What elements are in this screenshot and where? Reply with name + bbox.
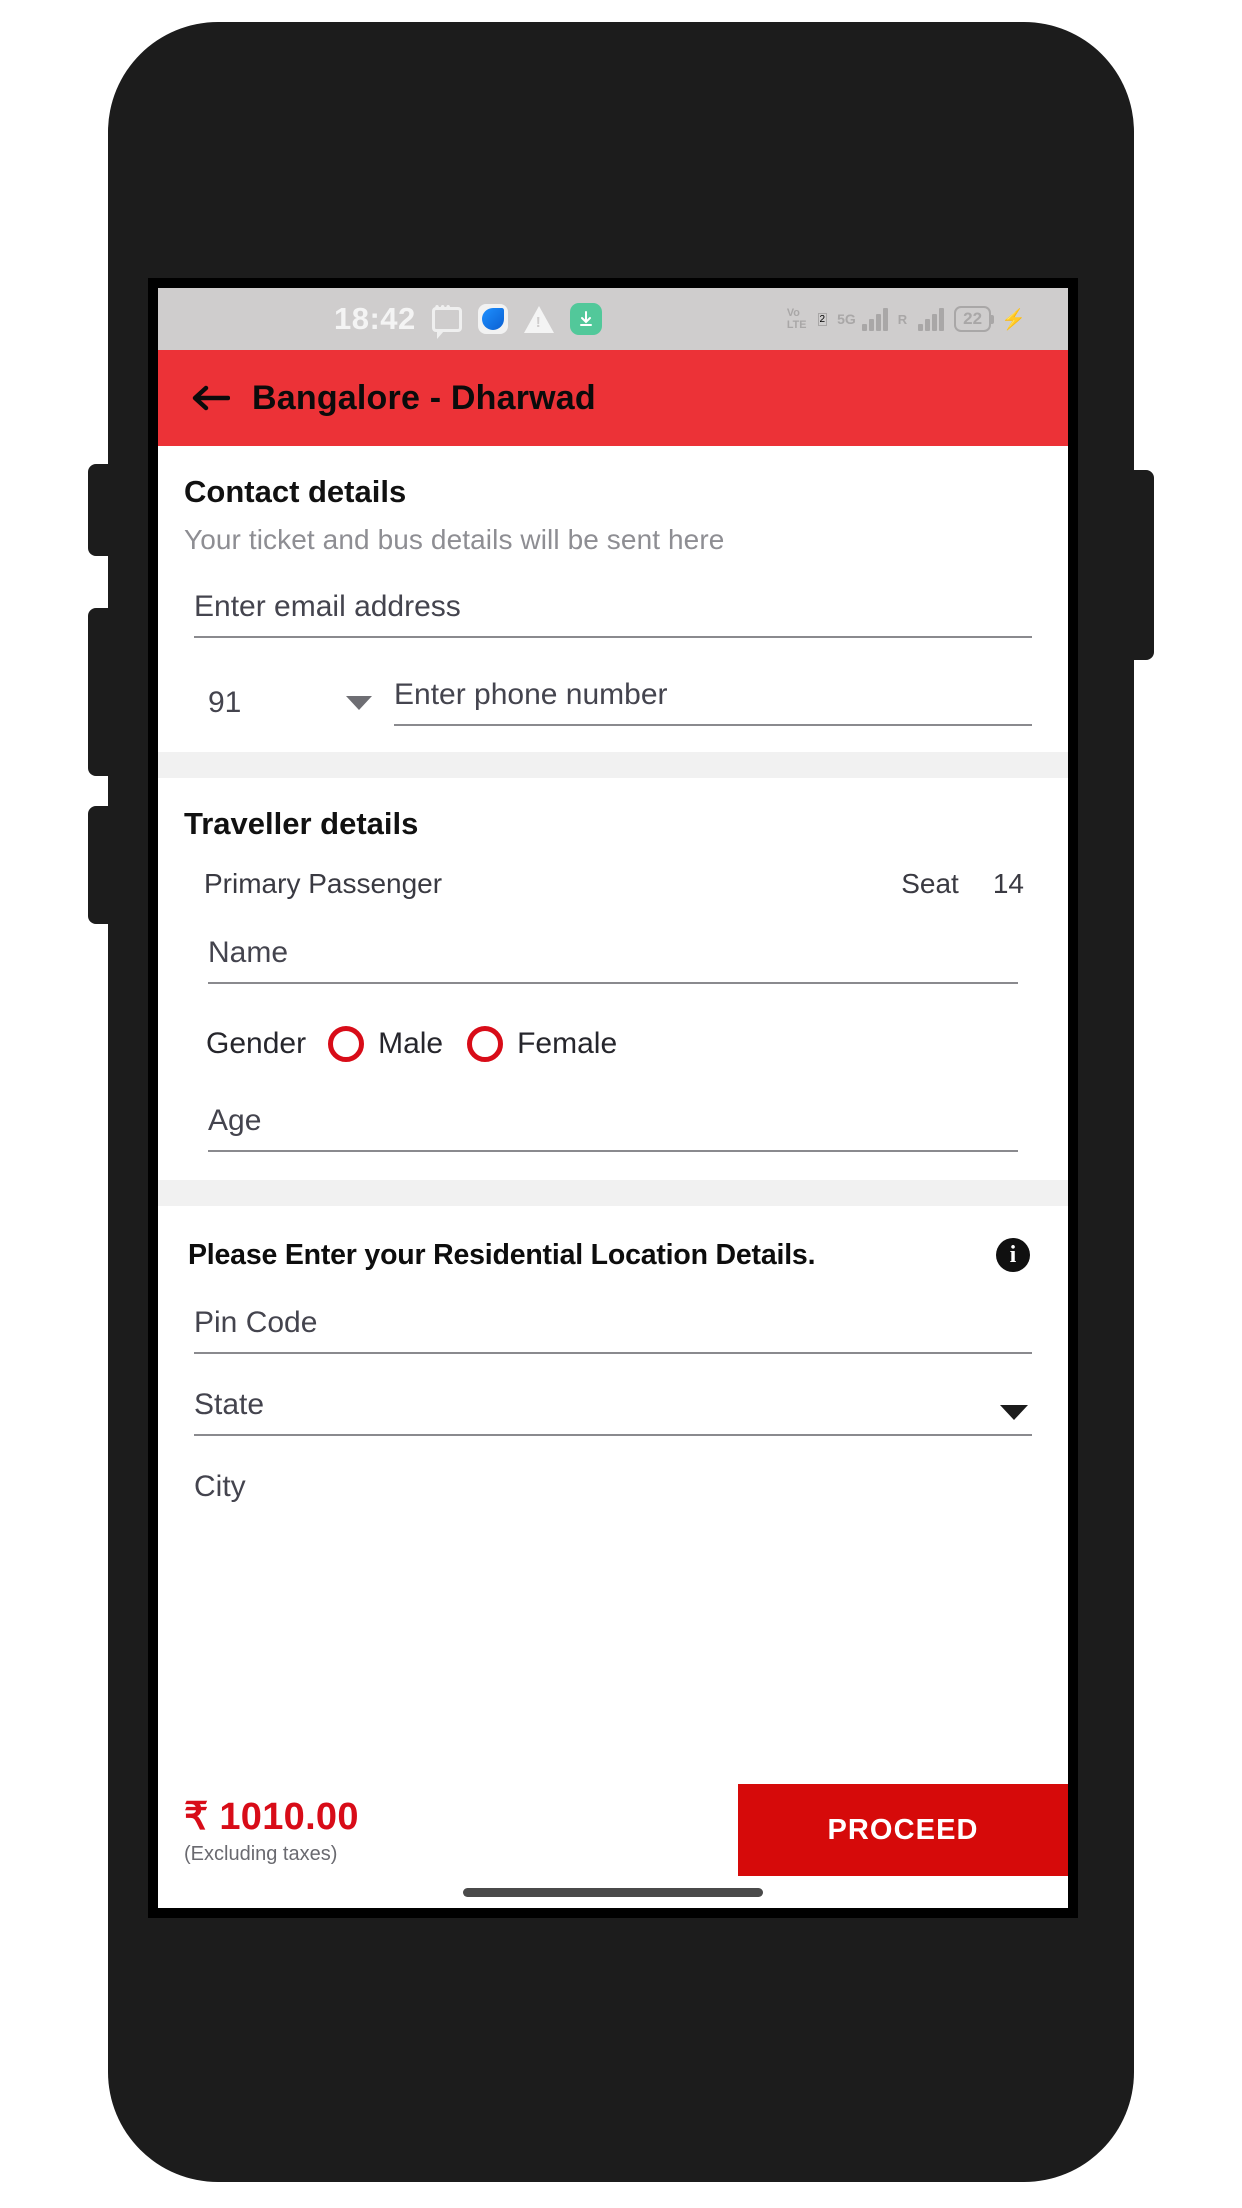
phone-button-left-1[interactable] (88, 464, 112, 556)
contact-details-title: Contact details (184, 474, 407, 509)
contact-details-card: Contact details Your ticket and bus deta… (158, 446, 1068, 752)
phone-placeholder: Enter phone number (394, 678, 668, 711)
price-block: ₹ 1010.00 (Excluding taxes) (158, 1784, 738, 1876)
state-select[interactable]: State (194, 1354, 1032, 1436)
phone-field[interactable]: Enter phone number (394, 678, 1032, 726)
battery-icon: 22 (954, 306, 995, 332)
seat-label: Seat (901, 868, 959, 899)
price-note: (Excluding taxes) (184, 1843, 338, 1865)
pincode-placeholder: Pin Code (194, 1306, 318, 1339)
passenger-row: Primary Passenger Seat 14 (184, 842, 1042, 900)
network-type-label: 5G (837, 311, 856, 327)
phone-button-left-3[interactable] (88, 806, 112, 924)
phone-screen: 18:42 Vo LTE 2 5G R (158, 288, 1068, 1908)
name-field[interactable]: Name (208, 900, 1018, 984)
status-time: 18:42 (334, 301, 416, 336)
residential-header: Please Enter your Residential Location D… (184, 1206, 1042, 1272)
status-bar-left: 18:42 (334, 299, 602, 339)
phone-button-left-2[interactable] (88, 608, 112, 776)
gender-radio-male[interactable] (328, 1026, 365, 1062)
residential-details-card: Please Enter your Residential Location D… (158, 1206, 1068, 1516)
proceed-button[interactable]: PROCEED (738, 1784, 1068, 1876)
email-field[interactable]: Enter email address (194, 556, 1032, 638)
app-bar: Bangalore - Dharwad (158, 350, 1068, 446)
volte-top: Vo (786, 307, 800, 319)
warning-icon (523, 305, 554, 333)
signal-bars-icon-2 (918, 307, 945, 331)
chat-icon (431, 299, 462, 339)
chevron-down-icon (346, 696, 372, 710)
name-placeholder: Name (208, 936, 289, 969)
seat-number: 14 (992, 868, 1024, 899)
signal-bars-icon (861, 307, 888, 331)
gender-option-male[interactable]: Male (378, 1027, 443, 1061)
roaming-label: R (897, 311, 908, 327)
download-icon (569, 303, 602, 335)
gender-row: Gender Male Female (184, 984, 1042, 1062)
phone-row: 91 Enter phone number (194, 638, 1032, 752)
section-divider-1 (158, 752, 1068, 778)
section-divider-2 (158, 1180, 1068, 1206)
page-title: Bangalore - Dharwad (252, 378, 596, 417)
bottom-bar: ₹ 1010.00 (Excluding taxes) PROCEED (158, 1784, 1068, 1876)
email-placeholder: Enter email address (194, 590, 461, 623)
residential-title: Please Enter your Residential Location D… (188, 1238, 816, 1271)
age-placeholder: Age (208, 1104, 262, 1137)
phone-button-right-1[interactable] (1130, 470, 1154, 660)
back-arrow-icon[interactable] (192, 383, 230, 413)
home-indicator[interactable] (463, 1887, 763, 1897)
status-bar-right: Vo LTE 2 5G R 22 ⚡ (787, 306, 1026, 332)
gender-radio-female[interactable] (467, 1026, 504, 1062)
age-field[interactable]: Age (208, 1062, 1018, 1180)
country-code-value: 91 (208, 686, 242, 719)
status-bar: 18:42 Vo LTE 2 5G R (158, 288, 1068, 350)
gender-label: Gender (206, 1027, 307, 1060)
email-underline (194, 636, 1032, 638)
page-content: Contact details Your ticket and bus deta… (158, 446, 1068, 1516)
pincode-field[interactable]: Pin Code (194, 1272, 1032, 1354)
state-placeholder: State (194, 1388, 265, 1421)
gender-option-female[interactable]: Female (517, 1027, 617, 1061)
passenger-label: Primary Passenger (204, 868, 443, 899)
city-field[interactable]: City (194, 1436, 1032, 1516)
charging-icon: ⚡ (1001, 308, 1026, 331)
contact-details-subtitle: Your ticket and bus details will be sent… (184, 524, 725, 555)
chevron-down-icon-state (1000, 1405, 1028, 1420)
screenshot-root: 18:42 Vo LTE 2 5G R (0, 0, 1242, 2208)
total-price: ₹ 1010.00 (184, 1796, 359, 1838)
sim-indicator: 2 (817, 312, 828, 326)
phone-underline (394, 724, 1032, 726)
country-code-select[interactable]: 91 (194, 686, 394, 726)
system-nav-bar (158, 1876, 1068, 1908)
city-placeholder: City (194, 1470, 246, 1503)
info-icon[interactable]: i (996, 1238, 1030, 1272)
volte-bottom: LTE (786, 319, 807, 331)
screen-frame: 18:42 Vo LTE 2 5G R (148, 278, 1078, 1918)
age-underline (208, 1150, 1018, 1152)
seat-info: Seat 14 (901, 868, 1032, 900)
traveller-details-title: Traveller details (184, 806, 419, 841)
app-icon (477, 304, 508, 334)
volte-icon: Vo LTE (787, 307, 807, 331)
traveller-details-card: Traveller details Primary Passenger Seat… (158, 778, 1068, 1180)
